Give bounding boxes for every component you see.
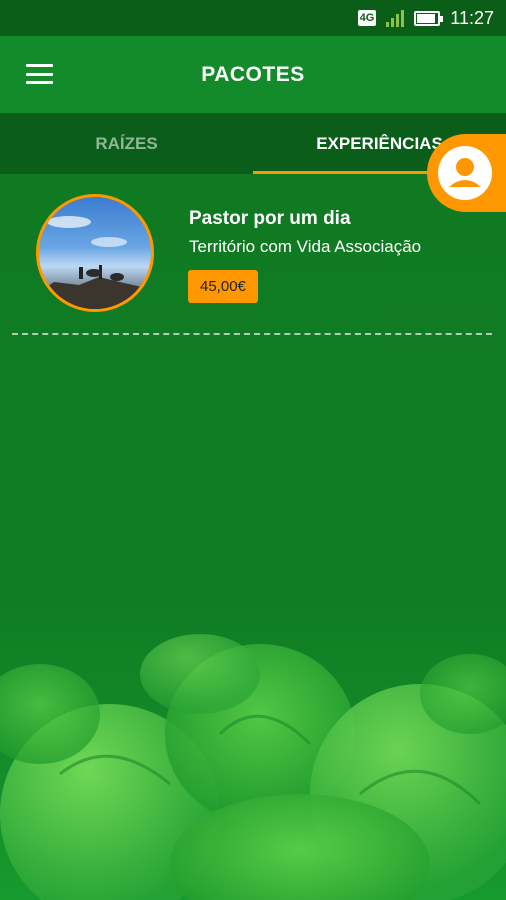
hamburger-menu-icon[interactable] xyxy=(26,64,53,84)
package-thumbnail xyxy=(36,194,154,312)
price-badge: 45,00€ xyxy=(188,270,258,303)
list-divider xyxy=(12,333,492,335)
network-badge-icon: 4G xyxy=(357,10,377,26)
battery-icon xyxy=(414,10,444,26)
page-title: PACOTES xyxy=(201,62,305,86)
status-bar: 4G 11:27 xyxy=(0,0,506,36)
package-list-item[interactable]: Pastor por um dia Território com Vida As… xyxy=(0,194,506,316)
app-bar: PACOTES xyxy=(0,36,506,113)
signal-icon xyxy=(386,9,405,27)
package-organization: Território com Vida Associação xyxy=(189,237,422,256)
status-time: 11:27 xyxy=(450,7,494,28)
tab-raizes[interactable]: RAÍZES xyxy=(0,113,253,174)
user-profile-icon xyxy=(438,146,492,200)
package-title: Pastor por um dia xyxy=(189,208,351,229)
